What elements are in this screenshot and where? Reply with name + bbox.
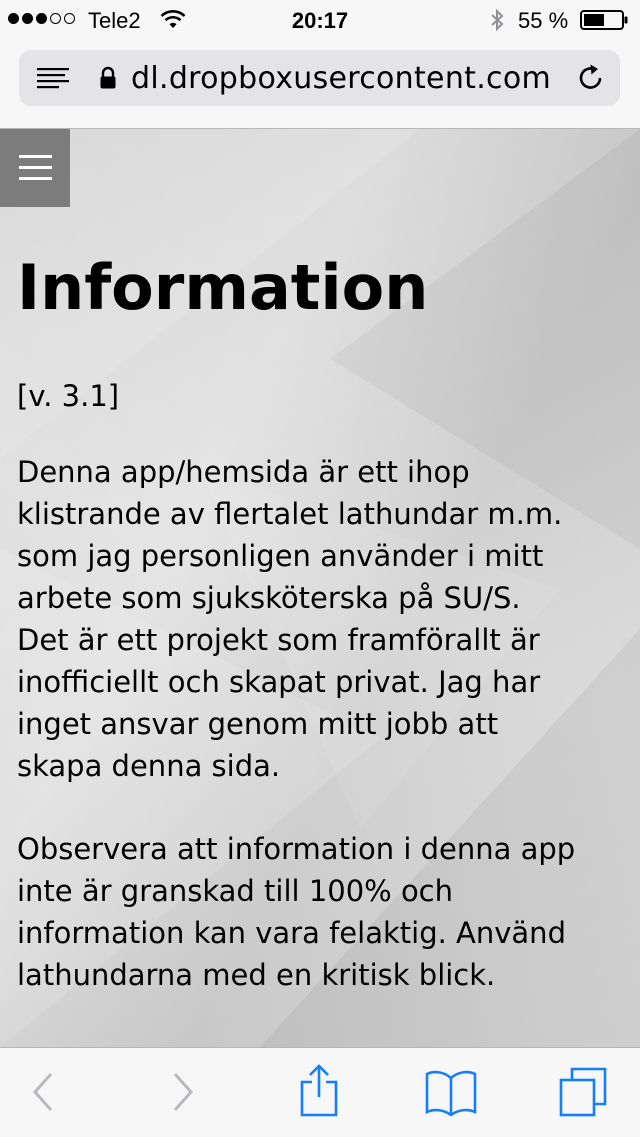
url-text[interactable]: dl.dropboxusercontent.com [131,61,551,96]
lock-icon [99,66,117,94]
paragraph-line: arbete som sjuksköterska på SU/S. [17,581,521,615]
web-content: Information [v. 3.1] Denna app/hemsida ä… [0,129,640,1047]
paragraph-line: inofficiellt och skapat privat. Jag har [17,665,541,699]
forward-icon[interactable] [170,1070,196,1118]
disclaimer-paragraph: Observera att information i denna app in… [17,828,575,996]
bluetooth-icon [489,8,505,38]
status-bar: Tele2 20:17 55 % [0,0,640,40]
back-icon[interactable] [30,1070,56,1118]
bookmarks-icon[interactable] [424,1068,478,1120]
page-title: Information [17,251,429,324]
address-bar-area: dl.dropboxusercontent.com [0,40,640,129]
reader-icon[interactable] [37,67,69,93]
paragraph-line: klistrande av flertalet lathundar m.m. [17,497,563,531]
paragraph-line: inte är granskad till 100% och [17,874,454,908]
paragraph-line: Det är ett projekt som framförallt är [17,623,540,657]
paragraph-line: Observera att information i denna app [17,832,576,866]
intro-paragraph: Denna app/hemsida är ett ihop klistrande… [17,451,562,787]
address-bar[interactable]: dl.dropboxusercontent.com [19,50,620,106]
paragraph-line: information kan vara felaktig. Använd [17,916,566,950]
paragraph-line: skapa denna sida. [17,749,281,783]
reload-icon[interactable] [576,63,606,97]
share-icon[interactable] [298,1064,340,1122]
paragraph-line: Denna app/hemsida är ett ihop [17,455,470,489]
bottom-toolbar [0,1047,640,1137]
paragraph-line: inget ansvar genom mitt jobb att [17,707,499,741]
paragraph-line: som jag personligen använder i mitt [17,539,544,573]
battery-percent: 55 % [518,8,569,33]
version-label: [v. 3.1] [17,379,120,413]
menu-button[interactable] [0,129,70,207]
tabs-icon[interactable] [558,1066,608,1122]
battery-icon [580,10,628,30]
paragraph-line: lathundarna med en kritisk blick. [17,958,496,992]
